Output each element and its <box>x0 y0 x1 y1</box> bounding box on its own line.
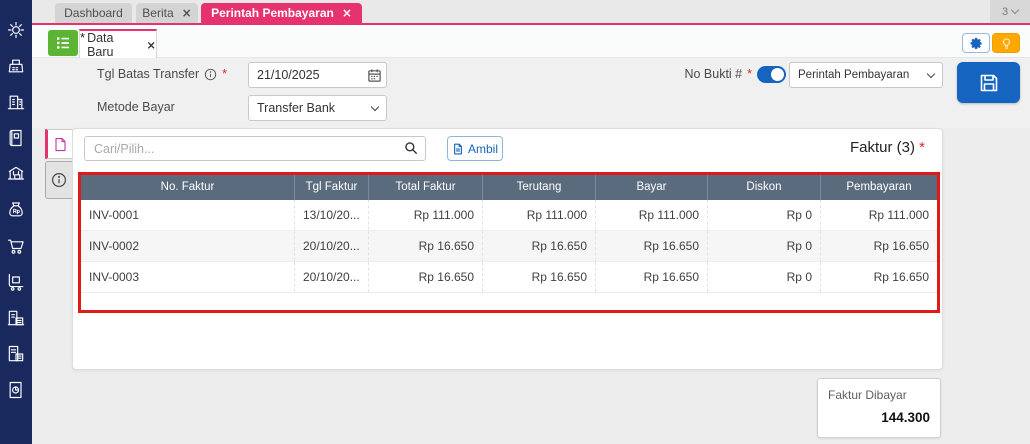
tab-label: Perintah Pembayaran <box>211 6 334 20</box>
no-bukti-label: No Bukti # * <box>660 67 752 81</box>
tab-perintah-pembayaran[interactable]: Perintah Pembayaran × <box>201 3 362 23</box>
office-building-icon[interactable] <box>5 91 27 113</box>
summary-label: Faktur Dibayar <box>828 388 930 402</box>
list-icon <box>54 34 72 52</box>
ledger-book-icon[interactable] <box>5 127 27 149</box>
ambil-button[interactable]: Ambil <box>447 136 503 161</box>
table-row[interactable]: INV-0001 13/10/20... Rp 111.000 Rp 111.0… <box>81 200 937 231</box>
info-icon <box>51 172 67 188</box>
col-tgl-faktur: Tgl Faktur <box>294 175 368 200</box>
summary-value: 144.300 <box>828 410 930 425</box>
col-terutang: Terutang <box>482 175 595 200</box>
close-icon[interactable]: × <box>342 6 352 20</box>
tax-calculator-icon[interactable] <box>5 343 27 365</box>
tab-overflow-dropdown[interactable]: 3 <box>990 0 1030 23</box>
svg-text:Rp: Rp <box>13 209 20 215</box>
faktur-dibayar-card: Faktur Dibayar 144.300 <box>817 378 941 438</box>
tab-data-baru[interactable]: * Data Baru × <box>79 29 157 58</box>
no-bukti-toggle[interactable] <box>757 66 786 83</box>
building-document-icon[interactable] <box>5 307 27 329</box>
faktur-table: No. Faktur Tgl Faktur Total Faktur Terut… <box>78 172 940 313</box>
record-list-button[interactable] <box>48 30 78 56</box>
search-field-wrap <box>84 136 426 161</box>
no-bukti-select[interactable]: Perintah Pembayaran <box>789 62 943 88</box>
document-icon <box>53 137 68 152</box>
chevron-down-icon <box>927 69 935 77</box>
top-tab-bar: Dashboard Berita × Perintah Pembayaran ×… <box>32 0 1030 25</box>
tgl-batas-transfer-label: Tgl Batas Transfer * <box>97 67 227 81</box>
chevron-down-icon <box>371 102 379 110</box>
close-icon[interactable]: × <box>182 6 192 20</box>
settings-button[interactable] <box>962 33 990 53</box>
panel-tab-info[interactable] <box>45 161 72 199</box>
info-icon[interactable] <box>204 68 217 81</box>
col-bayar: Bayar <box>595 175 707 200</box>
tab-berita[interactable]: Berita × <box>136 3 198 23</box>
calendar-icon[interactable] <box>367 68 382 83</box>
import-document-icon <box>452 143 464 155</box>
table-header-row: No. Faktur Tgl Faktur Total Faktur Terut… <box>81 175 937 200</box>
table-row[interactable]: INV-0002 20/10/20... Rp 16.650 Rp 16.650… <box>81 231 937 262</box>
col-total-faktur: Total Faktur <box>368 175 482 200</box>
required-marker: * <box>222 67 227 81</box>
shopping-cart-icon[interactable] <box>5 235 27 257</box>
bank-icon[interactable] <box>5 163 27 185</box>
save-button[interactable] <box>957 62 1020 103</box>
col-pembayaran: Pembayaran <box>820 175 937 200</box>
money-bag-icon[interactable]: Rp <box>5 199 27 221</box>
chevron-down-icon <box>1011 6 1019 14</box>
tab-dashboard[interactable]: Dashboard <box>55 3 132 23</box>
tab-overflow-count: 3 <box>1002 6 1008 18</box>
panel-tab-faktur[interactable] <box>45 129 72 159</box>
settings-icon[interactable] <box>5 19 27 41</box>
document-toolbar <box>32 25 1030 58</box>
report-book-icon[interactable] <box>5 379 27 401</box>
metode-bayar-label: Metode Bayar <box>97 100 175 114</box>
unsaved-marker: * <box>80 31 85 45</box>
cash-register-icon[interactable] <box>5 55 27 77</box>
col-diskon: Diskon <box>707 175 820 200</box>
lightbulb-icon <box>1000 37 1013 50</box>
close-icon[interactable]: × <box>146 38 156 52</box>
col-no-faktur: No. Faktur <box>81 175 294 200</box>
gear-icon <box>970 37 983 50</box>
tab-label: Berita <box>142 6 173 20</box>
hand-truck-icon[interactable] <box>5 271 27 293</box>
required-marker: * <box>919 139 925 156</box>
tips-button[interactable] <box>992 33 1020 53</box>
save-icon <box>977 71 1001 95</box>
tab-label: Data Baru <box>87 31 139 59</box>
app-sidebar: Rp <box>0 0 32 444</box>
metode-bayar-select[interactable]: Transfer Bank <box>248 95 387 121</box>
search-input[interactable] <box>84 136 426 161</box>
table-row[interactable]: INV-0003 20/10/20... Rp 16.650 Rp 16.650… <box>81 262 937 293</box>
faktur-count-label: Faktur (3) * <box>700 139 925 156</box>
required-marker: * <box>747 67 752 81</box>
search-icon <box>404 141 418 160</box>
tab-label: Dashboard <box>64 6 123 20</box>
